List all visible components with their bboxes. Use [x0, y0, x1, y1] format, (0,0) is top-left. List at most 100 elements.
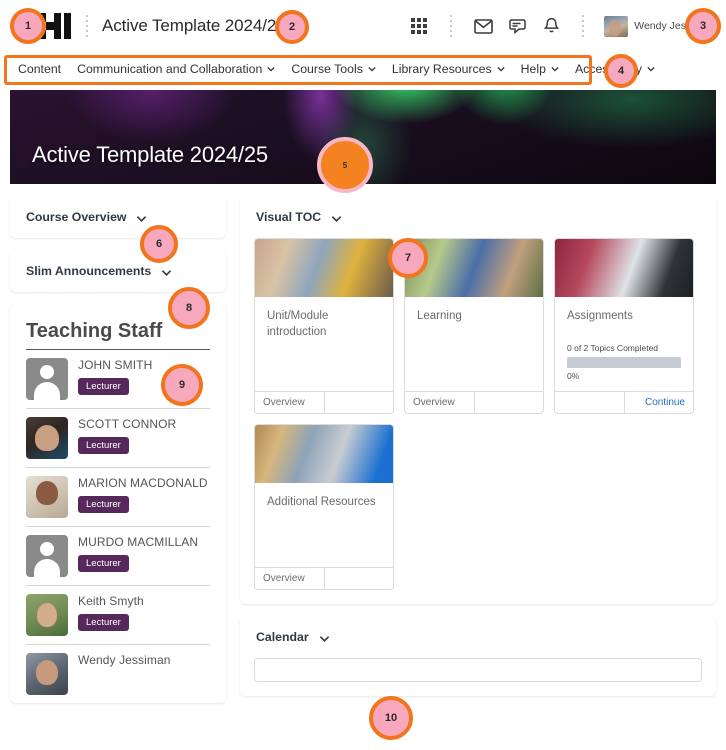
- annotation-marker-8: 8: [168, 287, 210, 329]
- avatar: [26, 358, 68, 400]
- bell-icon[interactable]: [534, 9, 568, 43]
- avatar: [26, 535, 68, 577]
- card-footer-left: [555, 391, 625, 413]
- list-item[interactable]: MARION MACDONALD Lecturer: [26, 467, 210, 526]
- widget-title: Calendar: [256, 629, 309, 644]
- status-badge: Lecturer: [78, 613, 129, 631]
- chevron-down-icon[interactable]: [136, 213, 147, 222]
- card-thumbnail: [555, 239, 693, 297]
- toc-card-additional-resources[interactable]: Additional Resources Overview: [254, 423, 394, 590]
- toc-card-unit-module-introduction[interactable]: Unit/Module introduction Overview: [254, 238, 394, 414]
- list-item[interactable]: Keith Smyth Lecturer: [26, 585, 210, 644]
- card-footer-right: [325, 392, 394, 413]
- status-badge: Lecturer: [78, 554, 129, 572]
- card-title: Learning: [417, 310, 462, 322]
- staff-name: JOHN SMITH: [78, 358, 153, 372]
- header-divider: [86, 15, 88, 37]
- annotation-marker-9: 9: [161, 364, 203, 406]
- card-title: Unit/Module introduction: [267, 310, 329, 338]
- calendar-placeholder: [254, 657, 702, 682]
- banner-title: Active Template 2024/25: [32, 142, 268, 167]
- staff-info: Keith Smyth Lecturer: [78, 594, 144, 631]
- staff-name: MARION MACDONALD: [78, 476, 208, 490]
- widget-header[interactable]: Slim Announcements: [10, 250, 226, 292]
- list-item[interactable]: Wendy Jessiman: [26, 644, 210, 703]
- widget-slim-announcements[interactable]: Slim Announcements: [10, 250, 226, 292]
- continue-link[interactable]: Continue: [625, 392, 694, 413]
- annotation-marker-2: 2: [275, 10, 309, 44]
- card-footer: Overview: [255, 566, 394, 589]
- card-thumbnail: [255, 239, 393, 297]
- course-title: Active Template 2024/25: [102, 16, 286, 35]
- teaching-staff-list: Teaching Staff JOHN SMITH Lecturer SCOTT…: [10, 304, 226, 703]
- annotation-marker-10: 10: [369, 696, 413, 740]
- visual-toc-grid: Unit/Module introduction Overview Learni…: [240, 238, 716, 604]
- calendar-body: [240, 657, 716, 696]
- chevron-down-icon[interactable]: [319, 633, 329, 642]
- course-homepage: Active Template 2024/25 Wendy Jessiman C…: [0, 0, 726, 750]
- card-footer-right: [475, 392, 544, 413]
- staff-name: Wendy Jessiman: [78, 653, 171, 667]
- list-item[interactable]: MURDO MACMILLAN Lecturer: [26, 526, 210, 585]
- annotation-marker-4: 4: [604, 54, 638, 88]
- main-content: Course Overview Slim Announcements Teach…: [0, 184, 726, 715]
- waffle-grid-icon[interactable]: [402, 9, 436, 43]
- overview-link[interactable]: Overview: [255, 391, 325, 413]
- avatar: [26, 594, 68, 636]
- chat-bubble-icon[interactable]: [500, 9, 534, 43]
- overview-link[interactable]: Overview: [255, 567, 325, 589]
- overview-link[interactable]: Overview: [405, 391, 475, 413]
- widget-header[interactable]: Calendar: [240, 616, 716, 658]
- avatar: [26, 417, 68, 459]
- toc-card-assignments[interactable]: Assignments 0 of 2 Topics Completed 0% C…: [554, 238, 694, 414]
- widget-header[interactable]: Visual TOC: [240, 196, 716, 238]
- top-bar-actions: Wendy Jessiman: [402, 9, 714, 43]
- right-column: Visual TOC Unit/Module introduction Over…: [240, 196, 716, 715]
- card-title: Additional Resources: [267, 495, 376, 508]
- card-body: Learning: [405, 297, 543, 391]
- card-footer: Continue: [555, 390, 694, 413]
- staff-info: SCOTT CONNOR Lecturer: [78, 417, 176, 454]
- chevron-down-icon[interactable]: [331, 213, 342, 222]
- widget-course-overview[interactable]: Course Overview: [10, 196, 226, 238]
- staff-name: Keith Smyth: [78, 594, 144, 608]
- widget-calendar: Calendar: [240, 615, 716, 696]
- card-footer-right: [325, 568, 394, 589]
- progress-label: 0 of 2 Topics Completed: [567, 342, 659, 353]
- left-column: Course Overview Slim Announcements Teach…: [10, 196, 226, 715]
- annotation-marker-6: 6: [140, 225, 178, 263]
- staff-info: Wendy Jessiman: [78, 653, 171, 668]
- chevron-down-icon[interactable]: [161, 267, 172, 276]
- staff-info: JOHN SMITH Lecturer: [78, 358, 152, 395]
- card-footer: Overview: [405, 390, 544, 413]
- actions-divider-1: [450, 15, 453, 37]
- actions-divider-2: [582, 15, 585, 37]
- chevron-down-icon: [647, 65, 655, 73]
- avatar: [26, 653, 68, 695]
- progress-bar: [567, 356, 681, 368]
- progress-percent: 0%: [567, 370, 580, 381]
- card-body: Unit/Module introduction: [255, 297, 393, 391]
- widget-visual-toc: Visual TOC Unit/Module introduction Over…: [240, 196, 716, 604]
- nav-bar-highlight: [4, 55, 592, 85]
- annotation-marker-7: 7: [388, 238, 428, 278]
- widget-header[interactable]: Course Overview: [10, 196, 226, 238]
- staff-info: MURDO MACMILLAN Lecturer: [78, 535, 198, 572]
- status-badge: Lecturer: [78, 495, 129, 513]
- card-body: Additional Resources: [255, 483, 393, 567]
- staff-info: MARION MACDONALD Lecturer: [78, 476, 208, 513]
- status-badge: Lecturer: [78, 436, 129, 454]
- staff-name: SCOTT CONNOR: [78, 417, 177, 431]
- list-item[interactable]: SCOTT CONNOR Lecturer: [26, 408, 210, 467]
- card-title: Assignments: [567, 310, 633, 322]
- envelope-icon[interactable]: [466, 9, 500, 43]
- widget-teaching-staff: Teaching Staff JOHN SMITH Lecturer SCOTT…: [10, 304, 226, 703]
- card-thumbnail: [255, 424, 393, 483]
- annotation-marker-5: 5: [317, 137, 373, 193]
- widget-title: Visual TOC: [256, 210, 322, 224]
- widget-title: Slim Announcements: [26, 264, 152, 278]
- card-footer: Overview: [255, 390, 394, 413]
- avatar: [604, 15, 629, 37]
- status-badge: Lecturer: [78, 377, 129, 395]
- top-bar: Active Template 2024/25 Wendy Jessiman: [0, 0, 726, 52]
